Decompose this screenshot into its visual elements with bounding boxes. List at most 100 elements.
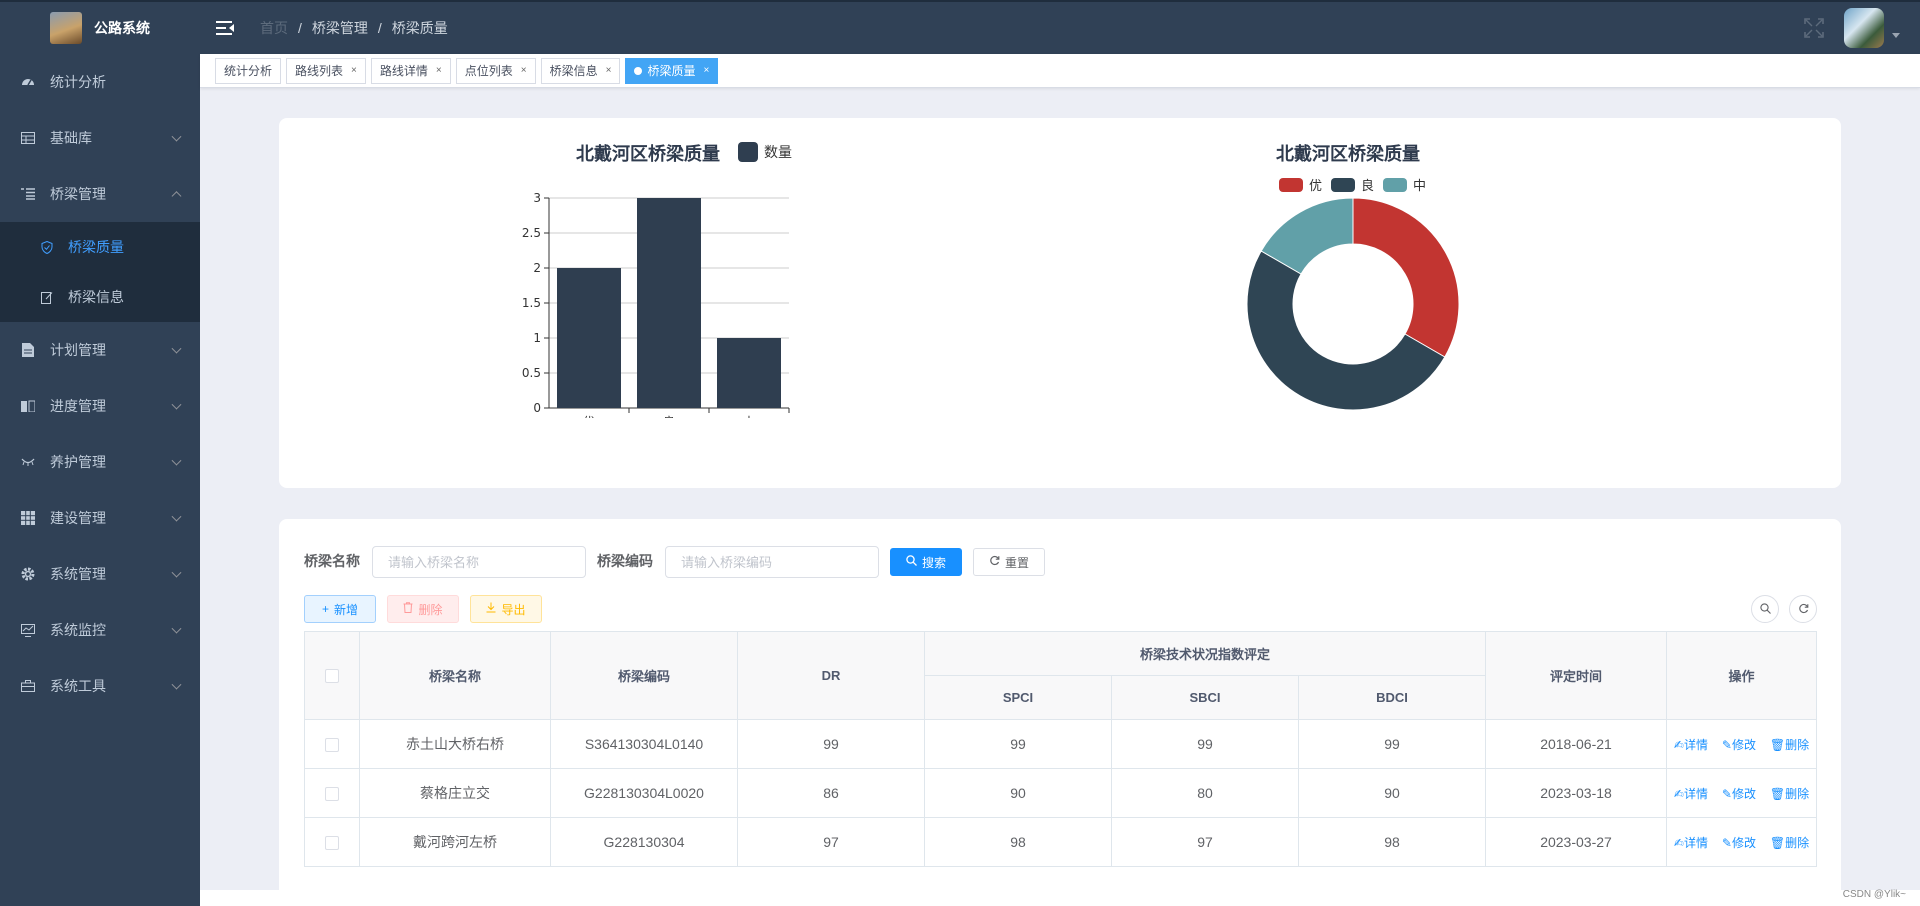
- sidebar-item-bridge-info[interactable]: 桥梁信息: [0, 272, 200, 322]
- tags-view: 统计分析 路线列表 × 路线详情 × 点位列表 × 桥梁信息 × 桥梁质量 ×: [200, 54, 1920, 88]
- sidebar-item-system-monitor[interactable]: 系统监控: [0, 602, 200, 658]
- y-tick-label: 0: [533, 401, 541, 415]
- tag-statistics[interactable]: 统计分析: [215, 57, 282, 84]
- grid-icon: [20, 510, 36, 526]
- detail-link[interactable]: ✍详情: [1674, 787, 1708, 801]
- pie-legend-item[interactable]: 优: [1279, 175, 1322, 194]
- pie-chart: [1246, 197, 1460, 411]
- pie-legend-item[interactable]: 中: [1383, 175, 1426, 194]
- bar-legend-item[interactable]: 数量: [738, 142, 792, 162]
- row-checkbox[interactable]: [325, 738, 339, 753]
- caret-down-icon[interactable]: [1892, 32, 1900, 38]
- breadcrumb: 首页 / 桥梁管理 / 桥梁质量: [260, 18, 448, 38]
- edit-doc-icon: [40, 290, 54, 304]
- fullscreen-icon[interactable]: [1804, 18, 1824, 38]
- book-icon: [20, 398, 36, 414]
- column-header: BDCI: [1298, 675, 1486, 720]
- x-tick-label: 良: [663, 414, 675, 418]
- shield-check-icon: [40, 240, 54, 254]
- cell-time: 2018-06-21: [1485, 719, 1667, 769]
- row-checkbox[interactable]: [325, 836, 339, 851]
- sidebar-item-statistics[interactable]: 统计分析: [0, 54, 200, 110]
- tag-point-list[interactable]: 点位列表 ×: [455, 57, 536, 84]
- close-icon[interactable]: ×: [606, 59, 612, 83]
- sidebar-item-label: 建设管理: [50, 510, 106, 526]
- row-checkbox[interactable]: [325, 787, 339, 802]
- sidebar-item-system-tools[interactable]: 系统工具: [0, 658, 200, 714]
- edit-link[interactable]: ✎修改: [1722, 738, 1756, 752]
- sidebar-item-system-management[interactable]: 系统管理: [0, 546, 200, 602]
- select-all-checkbox[interactable]: [325, 669, 339, 684]
- edit-link[interactable]: ✎修改: [1722, 787, 1756, 801]
- y-tick-label: 2.5: [522, 226, 541, 240]
- sidebar-item-progress-management[interactable]: 进度管理: [0, 378, 200, 434]
- delete-button[interactable]: 删除: [387, 595, 459, 623]
- delete-link[interactable]: 🗑删除: [1770, 836, 1809, 850]
- export-button[interactable]: 导出: [470, 595, 542, 623]
- sidebar-item-label: 养护管理: [50, 454, 106, 470]
- sidebar-item-construction-management[interactable]: 建设管理: [0, 490, 200, 546]
- tag-bridge-quality[interactable]: 桥梁质量 ×: [625, 57, 719, 84]
- sidebar-item-bridge-quality[interactable]: 桥梁质量: [0, 222, 200, 272]
- y-tick-label: 1: [533, 331, 541, 345]
- cell-dr: 86: [737, 768, 925, 818]
- toggle-search-button[interactable]: [1751, 595, 1779, 623]
- close-icon[interactable]: ×: [351, 59, 357, 83]
- tag-route-list[interactable]: 路线列表 ×: [286, 57, 366, 84]
- search-button[interactable]: 搜索: [890, 548, 962, 576]
- delete-link[interactable]: 🗑删除: [1770, 738, 1809, 752]
- x-tick-label: 优: [583, 415, 595, 418]
- refresh-icon: [989, 555, 1000, 569]
- bridge-name-input[interactable]: [372, 546, 586, 578]
- refresh-icon: [1798, 602, 1809, 617]
- cell-bdci: 99: [1298, 719, 1486, 769]
- sidebar-item-maintenance-management[interactable]: 养护管理: [0, 434, 200, 490]
- cell-name: 赤土山大桥右桥: [359, 719, 551, 769]
- add-button[interactable]: + 新增: [304, 595, 376, 623]
- close-icon[interactable]: ×: [521, 59, 527, 83]
- breadcrumb-bridge-management: 桥梁管理: [311, 20, 368, 36]
- tag-label: 点位列表: [464, 63, 513, 78]
- breadcrumb-separator: /: [377, 20, 382, 36]
- table-row: 蔡格庄立交 G228130304L0020 86 90 80 90 2023-0…: [304, 768, 1817, 818]
- detail-link[interactable]: ✍详情: [1674, 836, 1708, 850]
- bar-chart: 0 0.5 1 1.5 2 2.5 3 优 良 中: [522, 191, 790, 418]
- refresh-button[interactable]: [1789, 595, 1817, 623]
- pie-slice[interactable]: [1352, 197, 1460, 358]
- hamburger-icon[interactable]: [216, 21, 234, 35]
- table-icon: [20, 130, 36, 146]
- sidebar-item-label: 基础库: [50, 130, 92, 146]
- pie-legend-item[interactable]: 良: [1331, 175, 1374, 194]
- sidebar-item-bridge-management[interactable]: 桥梁管理: [0, 166, 200, 222]
- search-icon: [906, 555, 917, 569]
- tag-bridge-info[interactable]: 桥梁信息 ×: [540, 57, 621, 84]
- reset-button-label: 重置: [1004, 555, 1029, 570]
- dashboard-icon: [20, 74, 36, 90]
- detail-link[interactable]: ✍详情: [1674, 738, 1708, 752]
- edit-link[interactable]: ✎修改: [1722, 836, 1756, 850]
- bridge-code-input[interactable]: [665, 546, 879, 578]
- gear-icon: [20, 566, 36, 582]
- sidebar-item-label: 系统工具: [50, 678, 106, 694]
- reset-button[interactable]: 重置: [973, 548, 1045, 576]
- cell-code: S364130304L0140: [550, 719, 738, 769]
- sidebar-item-label: 进度管理: [50, 398, 106, 414]
- avatar[interactable]: [1844, 8, 1884, 48]
- chevron-down-icon: [171, 455, 182, 466]
- sidebar-item-base-library[interactable]: 基础库: [0, 110, 200, 166]
- app-title: 公路系统: [94, 20, 150, 36]
- breadcrumb-home[interactable]: 首页: [260, 18, 288, 38]
- logo[interactable]: 公路系统: [0, 0, 200, 54]
- sidebar-item-label: 系统监控: [50, 622, 106, 638]
- close-icon[interactable]: ×: [703, 59, 709, 83]
- tag-route-detail[interactable]: 路线详情 ×: [370, 57, 451, 84]
- monitor-icon: [20, 622, 36, 638]
- tag-label: 路线详情: [379, 63, 428, 78]
- chevron-down-icon: [171, 399, 182, 410]
- delete-link[interactable]: 🗑删除: [1770, 787, 1809, 801]
- tree-table-icon: [20, 186, 36, 202]
- row-select-cell: [304, 817, 360, 867]
- sidebar-item-plan-management[interactable]: 计划管理: [0, 322, 200, 378]
- close-icon[interactable]: ×: [436, 59, 442, 83]
- cell-time: 2023-03-18: [1485, 768, 1667, 818]
